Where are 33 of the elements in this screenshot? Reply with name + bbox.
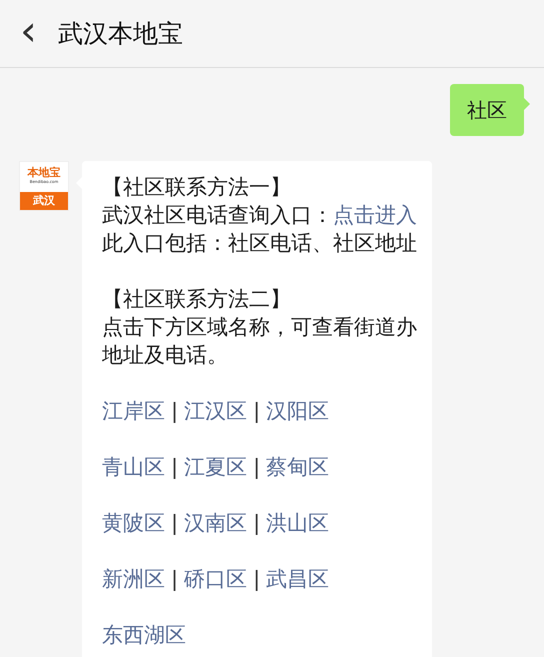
separator: | — [253, 510, 260, 537]
section-heading: 【社区联系方法二】 — [102, 286, 292, 313]
district-link[interactable]: 武昌区 — [266, 565, 330, 593]
district-link[interactable]: 新洲区 — [102, 565, 165, 593]
separator: | — [171, 566, 178, 593]
district-link[interactable]: 洪山区 — [266, 509, 330, 537]
bubble-tail — [524, 98, 530, 110]
chat-title: 武汉本地宝 — [58, 18, 183, 50]
district-link[interactable]: 汉阳区 — [266, 397, 330, 425]
entry-link[interactable]: 点击进入 — [333, 203, 417, 227]
section-heading: 【社区联系方法一】 — [102, 174, 292, 201]
message-text: 武汉社区电话查询入口： — [102, 203, 333, 227]
separator: | — [253, 454, 260, 481]
logo-text: 本地宝 — [28, 167, 60, 179]
back-button[interactable]: ‹ — [20, 10, 44, 58]
district-link[interactable]: 江夏区 — [184, 453, 248, 481]
district-link[interactable]: 硚口区 — [184, 565, 248, 593]
district-link[interactable]: 东西湖区 — [102, 621, 186, 649]
district-link[interactable]: 江岸区 — [102, 397, 165, 425]
sent-message-bubble: 社区 — [450, 84, 524, 136]
district-link[interactable]: 青山区 — [102, 453, 165, 481]
separator: | — [171, 454, 178, 481]
message-text: 点击下方区域名称，可查看街道办地址及电话。 — [102, 314, 418, 369]
district-link[interactable]: 汉南区 — [184, 509, 248, 537]
district-link[interactable]: 黄陂区 — [102, 509, 165, 537]
separator: | — [171, 510, 178, 537]
separator: | — [253, 398, 260, 425]
district-link[interactable]: 江汉区 — [184, 397, 248, 425]
city-label: 武汉 — [20, 192, 68, 210]
separator: | — [171, 398, 178, 425]
separator: | — [253, 566, 260, 593]
district-link[interactable]: 蔡甸区 — [266, 453, 330, 481]
message-text: 此入口包括：社区电话、社区地址 — [102, 230, 418, 257]
